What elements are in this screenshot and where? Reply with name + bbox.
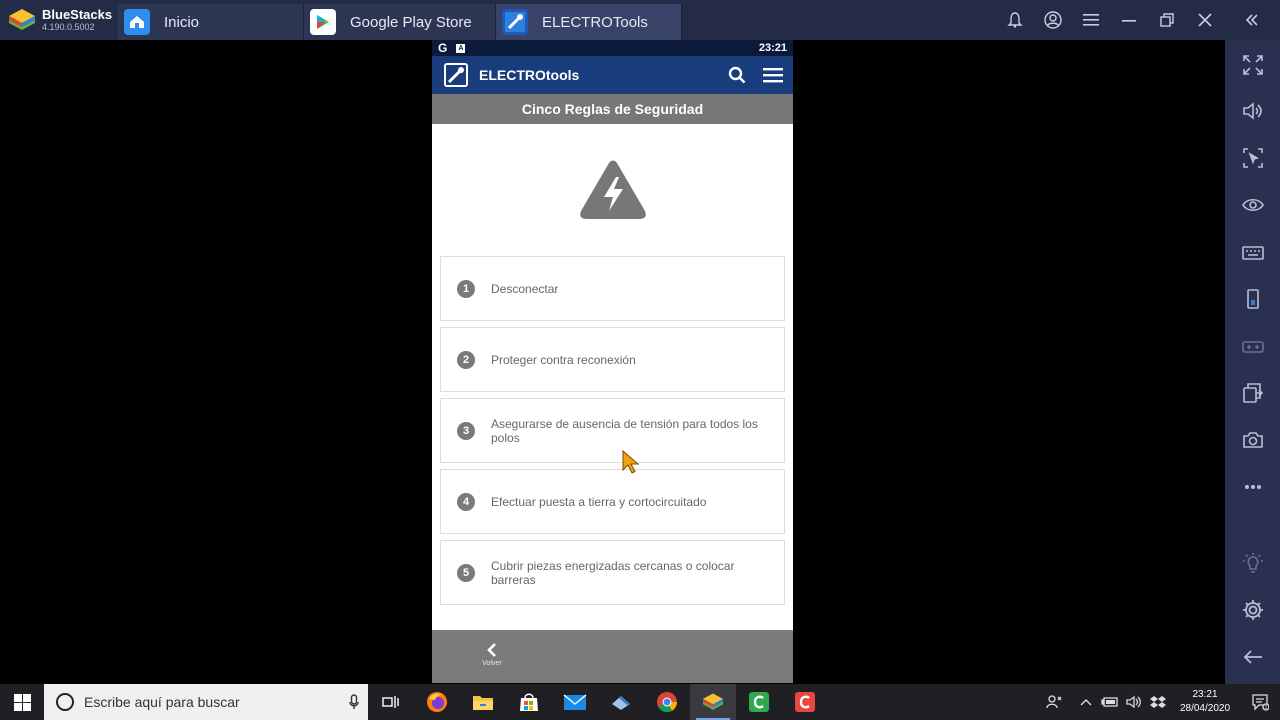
rule-number-badge: 5: [457, 563, 475, 582]
clock-date: 28/04/2020: [1179, 703, 1231, 714]
volume-icon[interactable]: [1240, 98, 1266, 124]
android-screen: G A 23:21 ELECTROtools Cinco Reglas de S…: [432, 40, 793, 683]
rule-number-badge: 3: [457, 421, 475, 440]
restore-icon[interactable]: [1148, 0, 1186, 40]
notification-icon: A: [456, 43, 466, 53]
android-status-bar: G A 23:21: [432, 40, 793, 56]
rule-item[interactable]: 4 Efectuar puesta a tierra y cortocircui…: [440, 469, 785, 534]
rule-number-badge: 4: [457, 492, 475, 511]
rule-item[interactable]: 1 Desconectar: [440, 256, 785, 321]
people-icon[interactable]: [1042, 695, 1066, 709]
brand-version: 4.190.0.5002: [42, 22, 95, 32]
tab-inicio[interactable]: Inicio: [118, 4, 304, 40]
collapse-icon[interactable]: [1224, 0, 1280, 40]
system-tray: 23:21 28/04/2020 2: [1042, 684, 1280, 720]
chevron-up-icon[interactable]: [1074, 698, 1098, 706]
electrotools-icon: [502, 9, 528, 35]
back-label: Volver: [482, 660, 502, 667]
rule-text: Asegurarse de ausencia de tensión para t…: [491, 416, 758, 445]
store-icon[interactable]: [506, 684, 552, 720]
home-icon: [124, 9, 150, 35]
rule-text: Proteger contra reconexión: [491, 352, 636, 367]
rule-text: Desconectar: [491, 281, 559, 296]
chrome-icon[interactable]: [644, 684, 690, 720]
bluestacks-taskbar-icon[interactable]: [690, 684, 736, 720]
windows-taskbar: Escribe aquí para buscar 23:21 28/04/202…: [0, 684, 1280, 720]
back-button[interactable]: Volver: [480, 642, 504, 667]
battery-icon[interactable]: [1098, 696, 1122, 708]
window-controls: [996, 0, 1280, 40]
clock-time: 23:21: [1192, 689, 1218, 700]
settings-icon[interactable]: [1240, 597, 1266, 623]
emulator-titlebar: BlueStacks 4.190.0.5002 Inicio Google Pl…: [0, 0, 1280, 40]
page-title: Cinco Reglas de Seguridad: [432, 94, 793, 124]
mail-icon[interactable]: [552, 684, 598, 720]
minimize-icon[interactable]: [1110, 0, 1148, 40]
tab-label: Inicio: [164, 13, 200, 31]
bluestacks-logo-icon: [9, 9, 35, 30]
chevron-left-icon: [487, 643, 496, 657]
mouse-cursor-icon: [622, 450, 640, 474]
rule-item[interactable]: 5 Cubrir piezas energizadas cercanas o c…: [440, 540, 785, 605]
rule-number-badge: 2: [457, 350, 475, 369]
taskbar-search[interactable]: Escribe aquí para buscar: [44, 684, 368, 720]
rule-item[interactable]: 2 Proteger contra reconexión: [440, 327, 785, 392]
high-voltage-warning-icon: [579, 160, 646, 219]
app-installer-icon[interactable]: [598, 684, 644, 720]
google-status-icon: G: [438, 41, 448, 55]
tab-electrotools[interactable]: ELECTROTools: [496, 4, 682, 40]
app-bar: ELECTROtools: [432, 56, 793, 94]
brand-name: BlueStacks: [42, 7, 113, 22]
bottom-bar: Volver: [432, 630, 793, 683]
rule-text: Efectuar puesta a tierra y cortocircuita…: [491, 494, 707, 509]
camtasia-icon[interactable]: [736, 684, 782, 720]
emulator-sidebar: [1225, 40, 1280, 684]
tab-label: ELECTROTools: [542, 13, 648, 31]
firefox-icon[interactable]: [414, 684, 460, 720]
keyboard-icon[interactable]: [1240, 239, 1266, 265]
rule-item[interactable]: 3 Asegurarse de ausencia de tensión para…: [440, 398, 785, 463]
menu-icon[interactable]: [1072, 0, 1110, 40]
gamepad-icon[interactable]: [1240, 333, 1266, 359]
camera-icon[interactable]: [1240, 427, 1266, 453]
action-center-icon[interactable]: 2: [1240, 693, 1280, 711]
multi-instance-icon[interactable]: [1240, 380, 1266, 406]
app-title: ELECTROtools: [479, 67, 580, 83]
tab-google-play-store[interactable]: Google Play Store: [304, 4, 496, 40]
rule-number-badge: 1: [457, 279, 475, 298]
file-explorer-icon[interactable]: [460, 684, 506, 720]
eye-icon[interactable]: [1240, 192, 1266, 218]
status-time: 23:21: [758, 42, 787, 54]
cursor-lock-icon[interactable]: [1240, 145, 1266, 171]
bluestacks-brand[interactable]: BlueStacks 4.190.0.5002: [0, 0, 118, 40]
search-placeholder: Escribe aquí para buscar: [84, 694, 240, 710]
recorder-icon[interactable]: [782, 684, 828, 720]
rotate-phone-icon[interactable]: [1240, 286, 1266, 312]
brightness-icon[interactable]: [1240, 550, 1266, 576]
hamburger-menu-icon[interactable]: [753, 67, 793, 83]
search-icon[interactable]: [721, 66, 753, 84]
svg-text:2: 2: [1265, 705, 1268, 711]
tab-label: Google Play Store: [350, 13, 472, 31]
rules-list: 1 Desconectar 2 Proteger contra reconexi…: [432, 256, 793, 605]
more-icon[interactable]: [1240, 474, 1266, 500]
electrotools-logo-icon: [444, 63, 468, 87]
fullscreen-icon[interactable]: [1240, 52, 1266, 78]
hero: [432, 124, 793, 256]
play-store-icon: [310, 9, 336, 35]
start-button[interactable]: [0, 684, 44, 720]
cortana-icon: [56, 693, 74, 711]
dropbox-icon[interactable]: [1146, 695, 1170, 709]
close-icon[interactable]: [1186, 0, 1224, 40]
windows-logo-icon: [13, 693, 31, 711]
volume-tray-icon[interactable]: [1122, 695, 1146, 709]
microphone-icon[interactable]: [340, 694, 368, 710]
taskbar-clock[interactable]: 23:21 28/04/2020: [1170, 688, 1240, 716]
task-view-icon[interactable]: [368, 684, 414, 720]
bell-icon[interactable]: [996, 0, 1034, 40]
account-icon[interactable]: [1034, 0, 1072, 40]
rule-text: Cubrir piezas energizadas cercanas o col…: [491, 558, 735, 587]
back-icon[interactable]: [1240, 644, 1266, 670]
